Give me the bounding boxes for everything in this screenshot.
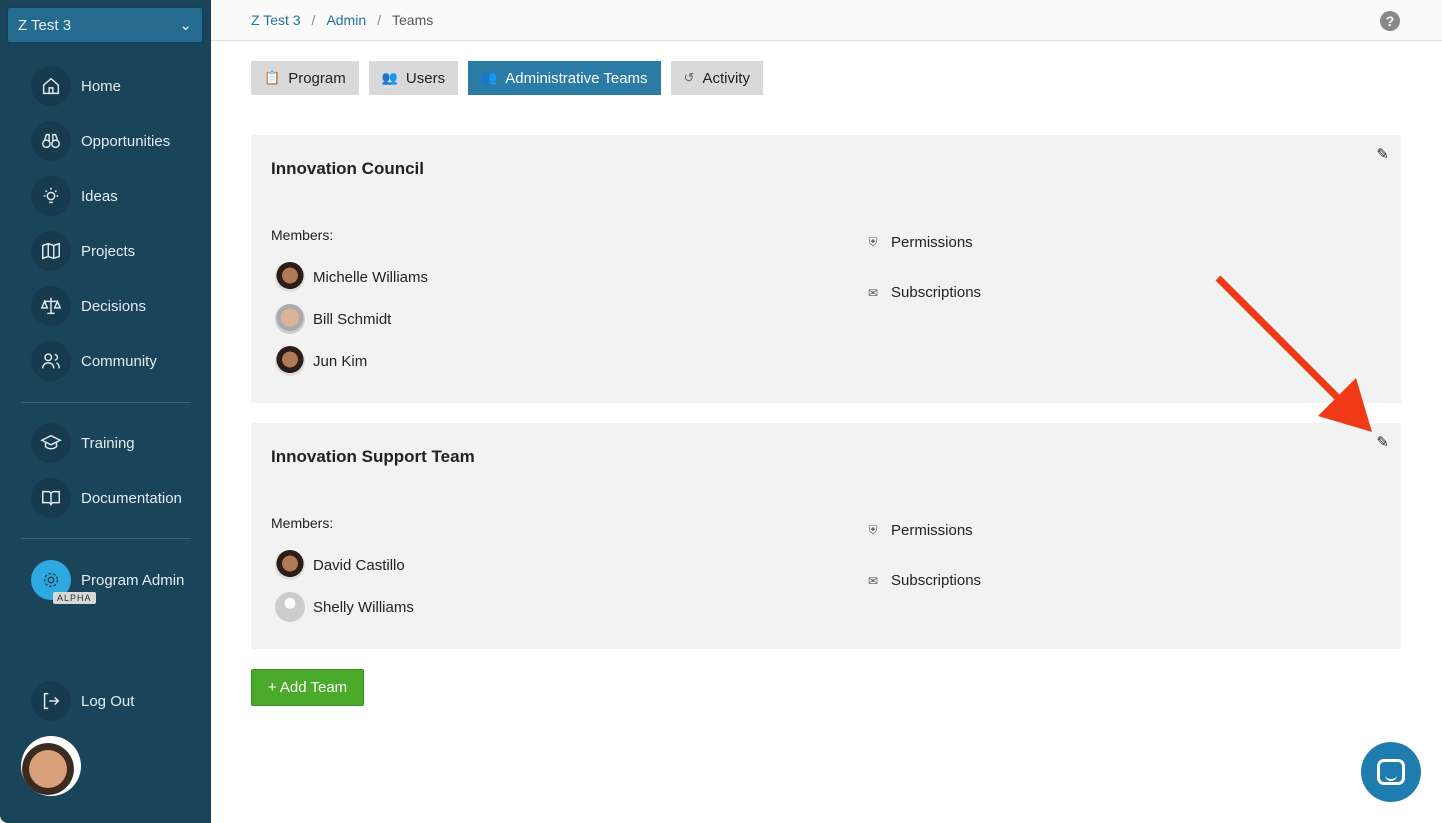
tab-bar: 📋 Program 👥 Users 👥 Administrative Teams ↺ A… bbox=[251, 61, 763, 95]
sidebar-item-label: Home bbox=[81, 77, 122, 95]
members-label: Members: bbox=[271, 227, 334, 243]
sidebar-divider bbox=[21, 538, 191, 539]
home-icon bbox=[31, 66, 71, 106]
breadcrumb-link[interactable]: Admin bbox=[326, 12, 366, 28]
team-name: Innovation Support Team bbox=[271, 447, 475, 466]
tab-label: Program bbox=[288, 69, 346, 87]
sidebar: Z Test 3 ⌄ Home Opportunities Ideas Proje… bbox=[0, 0, 211, 823]
sidebar-item-label: Ideas bbox=[81, 187, 118, 205]
subscriptions-link[interactable]: ✉ Subscriptions bbox=[865, 284, 981, 301]
link-label: Permissions bbox=[891, 234, 973, 251]
add-team-button[interactable]: + Add Team bbox=[251, 669, 364, 706]
breadcrumb-separator: / bbox=[311, 12, 316, 28]
sidebar-item-home[interactable]: Home bbox=[31, 66, 121, 106]
link-label: Subscriptions bbox=[891, 284, 982, 301]
permissions-link[interactable]: ⛨ Permissions bbox=[865, 234, 973, 251]
member-item: Jun Kim bbox=[275, 346, 367, 376]
tab-administrative-teams[interactable]: 👥 Administrative Teams bbox=[468, 61, 661, 95]
avatar bbox=[275, 304, 305, 334]
clipboard-icon: 📋 bbox=[264, 70, 281, 85]
envelope-icon: ✉ bbox=[867, 285, 879, 300]
permissions-link[interactable]: ⛨ Permissions bbox=[865, 522, 973, 539]
user-avatar[interactable] bbox=[21, 736, 81, 796]
avatar bbox=[275, 346, 305, 376]
team-name: Innovation Council bbox=[271, 159, 424, 178]
shield-icon: ⛨ bbox=[868, 235, 878, 249]
chevron-down-icon: ⌄ bbox=[179, 17, 192, 34]
member-name: Shelly Williams bbox=[313, 598, 414, 616]
sidebar-item-label: Log Out bbox=[81, 692, 135, 710]
member-item: Bill Schmidt bbox=[275, 304, 391, 334]
member-name: Jun Kim bbox=[313, 352, 368, 370]
envelope-icon: ✉ bbox=[867, 573, 879, 588]
people-icon bbox=[31, 341, 71, 381]
member-item: David Castillo bbox=[275, 550, 405, 580]
sidebar-item-label: Community bbox=[81, 352, 157, 370]
sidebar-divider bbox=[21, 402, 191, 403]
help-icon[interactable]: ? bbox=[1380, 11, 1400, 31]
chat-launcher-button[interactable] bbox=[1361, 742, 1421, 802]
breadcrumb-link[interactable]: Z Test 3 bbox=[251, 12, 301, 28]
breadcrumb-current: Teams bbox=[392, 12, 434, 28]
workspace-selector[interactable]: Z Test 3 ⌄ bbox=[7, 7, 203, 43]
shield-icon: ⛨ bbox=[868, 523, 878, 537]
scale-icon bbox=[31, 286, 71, 326]
link-label: Subscriptions bbox=[891, 572, 982, 589]
alpha-badge: ALPHA bbox=[53, 592, 96, 604]
annotation-arrow-icon bbox=[1215, 275, 1372, 432]
map-icon bbox=[31, 231, 71, 271]
sidebar-item-opportunities[interactable]: Opportunities bbox=[31, 121, 170, 161]
sidebar-item-documentation[interactable]: Documentation bbox=[31, 478, 182, 518]
sidebar-item-label: Opportunities bbox=[81, 132, 171, 150]
member-name: David Castillo bbox=[313, 556, 405, 574]
chat-icon bbox=[1377, 759, 1405, 785]
tab-label: Activity bbox=[702, 69, 750, 87]
sidebar-item-label: Projects bbox=[81, 242, 136, 260]
sidebar-item-decisions[interactable]: Decisions bbox=[31, 286, 146, 326]
edit-pencil-icon[interactable]: ✎ bbox=[1376, 145, 1389, 163]
lightbulb-icon bbox=[31, 176, 71, 216]
users-icon: 👥 bbox=[481, 70, 498, 85]
member-item: Shelly Williams bbox=[275, 592, 414, 622]
member-name: Bill Schmidt bbox=[313, 310, 392, 328]
sidebar-item-projects[interactable]: Projects bbox=[31, 231, 135, 271]
sidebar-item-label: Program Admin bbox=[81, 571, 185, 589]
logout-icon bbox=[31, 681, 71, 721]
breadcrumb-separator: / bbox=[377, 12, 382, 28]
avatar bbox=[275, 592, 305, 622]
binoculars-icon bbox=[31, 121, 71, 161]
sidebar-item-label: Documentation bbox=[81, 489, 182, 507]
members-label: Members: bbox=[271, 515, 334, 531]
avatar bbox=[275, 262, 305, 292]
sidebar-item-label: Decisions bbox=[81, 297, 147, 315]
book-icon bbox=[31, 478, 71, 518]
users-icon: 👥 bbox=[381, 70, 398, 85]
tab-users[interactable]: 👥 Users bbox=[368, 61, 459, 95]
member-item: Michelle Williams bbox=[275, 262, 428, 292]
subscriptions-link[interactable]: ✉ Subscriptions bbox=[865, 572, 981, 589]
avatar bbox=[275, 550, 305, 580]
graduation-cap-icon bbox=[31, 423, 71, 463]
sidebar-item-label: Training bbox=[81, 434, 135, 452]
tab-label: Administrative Teams bbox=[505, 69, 648, 87]
tab-activity[interactable]: ↺ Activity bbox=[670, 61, 763, 95]
sidebar-item-community[interactable]: Community bbox=[31, 341, 157, 381]
team-card: Innovation Support Team ✎ Members: David… bbox=[251, 423, 1401, 649]
sidebar-item-training[interactable]: Training bbox=[31, 423, 135, 463]
breadcrumb: Z Test 3 / Admin / Teams ? bbox=[211, 0, 1442, 41]
tab-program[interactable]: 📋 Program bbox=[251, 61, 359, 95]
tab-label: Users bbox=[405, 69, 446, 87]
workspace-name: Z Test 3 bbox=[18, 16, 72, 34]
member-name: Michelle Williams bbox=[313, 268, 429, 286]
sidebar-item-ideas[interactable]: Ideas bbox=[31, 176, 118, 216]
link-label: Permissions bbox=[891, 522, 973, 539]
sidebar-item-logout[interactable]: Log Out bbox=[31, 681, 134, 721]
history-icon: ↺ bbox=[683, 70, 695, 85]
